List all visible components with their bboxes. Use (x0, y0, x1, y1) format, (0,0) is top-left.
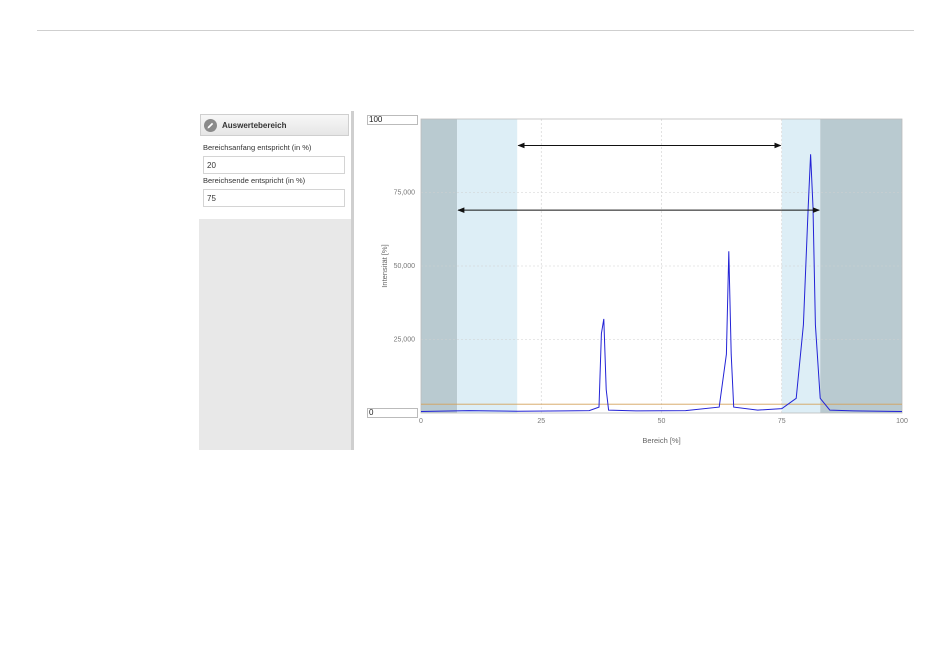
range-end-label: Bereichsende entspricht (in %) (203, 176, 306, 185)
x-tick-label-0: 0 (419, 418, 423, 425)
x-tick-label-2: 50 (658, 418, 666, 425)
panel-title: Auswertebereich (222, 120, 287, 130)
top-divider (37, 30, 914, 31)
x-tick-label-1: 25 (537, 418, 545, 425)
chart-container: 0 25 50 75 100 25,000 50,000 75,000 Bereich [%] I… (360, 111, 920, 456)
range-start-label: Bereichsanfang entspricht (in %) (203, 143, 312, 152)
settings-panel: Auswertebereich Bereichsanfang entsprich… (199, 111, 354, 450)
x-tick-label-3: 75 (778, 418, 786, 425)
y-axis-label: Intensität [%] (380, 244, 389, 287)
y-max-input[interactable]: 100 (367, 115, 418, 125)
y-tick-label-1: 25,000 (394, 337, 416, 344)
range-end-input[interactable]: 75 (203, 189, 345, 207)
x-tick-label-4: 100 (896, 418, 908, 425)
range-start-input[interactable]: 20 (203, 156, 345, 174)
y-tick-label-2: 50,000 (394, 263, 416, 270)
intensity-chart: 0 25 50 75 100 25,000 50,000 75,000 Bereich [%] I… (380, 118, 908, 445)
y-tick-label-3: 75,000 (394, 190, 416, 197)
pencil-icon[interactable] (204, 118, 217, 132)
panel-content: Auswertebereich Bereichsanfang entsprich… (199, 111, 351, 219)
panel-header[interactable]: Auswertebereich (200, 114, 349, 136)
y-min-input[interactable]: 0 (367, 408, 418, 418)
x-axis-label: Bereich [%] (642, 436, 680, 445)
